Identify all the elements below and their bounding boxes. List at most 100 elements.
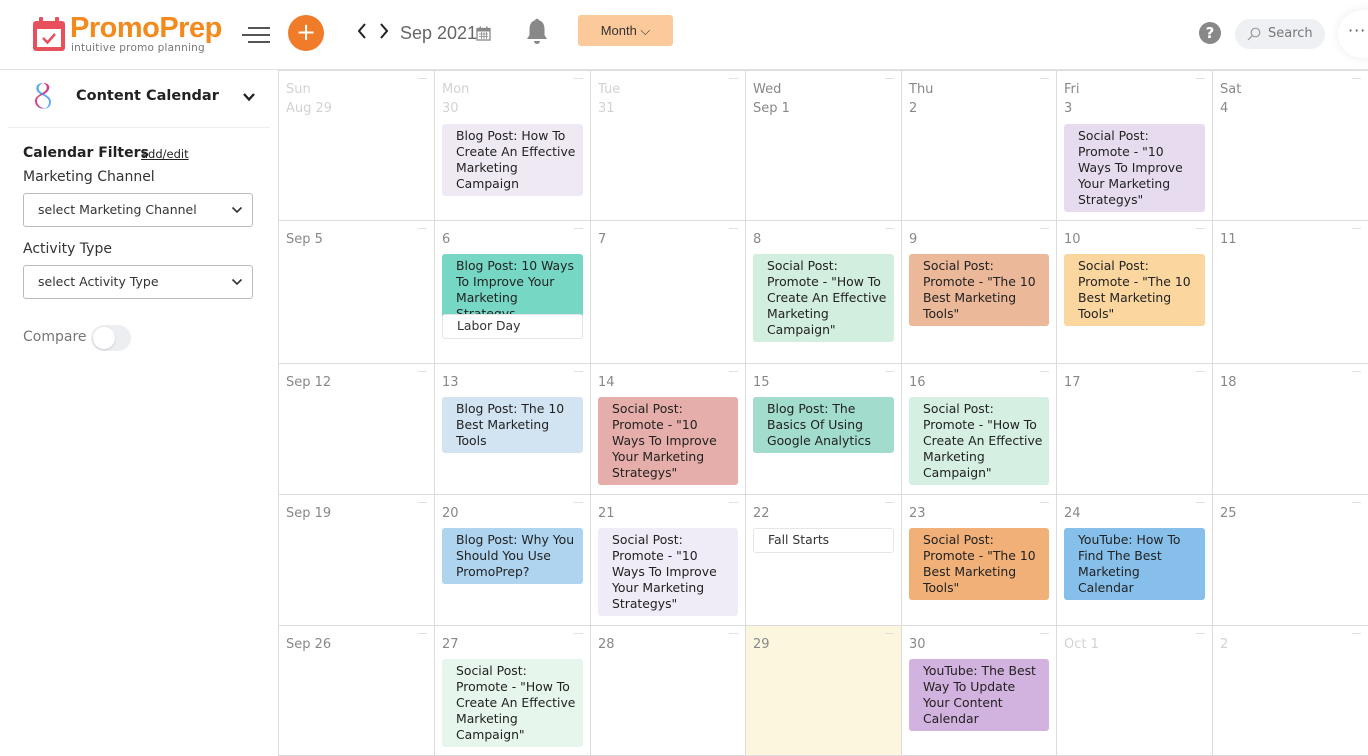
compare-toggle[interactable] — [91, 325, 131, 351]
day-menu-handle[interactable] — [729, 228, 738, 229]
calendar-event[interactable]: Blog Post: The Basics Of Using Google An… — [753, 397, 894, 453]
menu-toggle-button[interactable] — [240, 24, 270, 46]
calendar-day-cell[interactable]: 24 YouTube: How To Find The Best Marketin… — [1056, 495, 1212, 626]
calendar-day-cell[interactable]: 21 Social Post: Promote - "10 Ways To Imp… — [590, 495, 745, 626]
calendar-day-cell[interactable]: 20 Blog Post: Why You Should You Use Prom… — [434, 495, 590, 626]
day-menu-handle[interactable] — [885, 78, 894, 79]
next-month-button[interactable] — [376, 22, 392, 44]
calendar-day-cell[interactable]: Sat 4 — [1212, 70, 1368, 221]
day-menu-handle[interactable] — [574, 78, 583, 79]
calendar-day-cell[interactable]: 10 Social Post: Promote - "The 10 Best Ma… — [1056, 221, 1212, 364]
previous-month-button[interactable] — [354, 22, 370, 44]
day-menu-handle[interactable] — [574, 371, 583, 372]
day-menu-handle[interactable] — [729, 633, 738, 634]
calendar-event[interactable]: Social Post: Promote - "The 10 Best Mark… — [1064, 254, 1205, 326]
calendar-day-cell[interactable]: 22 Fall Starts — [745, 495, 901, 626]
day-menu-handle[interactable] — [418, 228, 427, 229]
calendar-day-cell[interactable]: 13 Blog Post: The 10 Best Marketing Tools — [434, 364, 590, 495]
calendar-day-cell[interactable]: Sep 19 — [278, 495, 434, 626]
day-menu-handle[interactable] — [729, 502, 738, 503]
day-menu-handle[interactable] — [1040, 228, 1049, 229]
activity-type-select[interactable]: select Activity Type — [23, 265, 253, 299]
calendar-day-cell[interactable]: Oct 1 — [1056, 626, 1212, 756]
day-menu-handle[interactable] — [729, 78, 738, 79]
calendar-day-cell[interactable]: 9 Social Post: Promote - "The 10 Best Mar… — [901, 221, 1056, 364]
day-menu-handle[interactable] — [1040, 633, 1049, 634]
calendar-day-cell[interactable]: Sep 12 — [278, 364, 434, 495]
calendar-day-cell[interactable]: 30 YouTube: The Best Way To Update Your C… — [901, 626, 1056, 756]
day-menu-handle[interactable] — [418, 371, 427, 372]
day-menu-handle[interactable] — [885, 633, 894, 634]
calendar-day-cell[interactable]: 2 — [1212, 626, 1368, 756]
marketing-channel-select[interactable]: select Marketing Channel — [23, 193, 253, 227]
day-menu-handle[interactable] — [574, 228, 583, 229]
notifications-bell-icon[interactable] — [524, 18, 550, 46]
calendar-day-cell[interactable]: 15 Blog Post: The Basics Of Using Google … — [745, 364, 901, 495]
calendar-day-cell[interactable]: 25 — [1212, 495, 1368, 626]
calendar-day-cell[interactable]: Wed Sep 1 — [745, 70, 901, 221]
calendar-day-cell[interactable]: 14 Social Post: Promote - "10 Ways To Imp… — [590, 364, 745, 495]
promoprep-logo[interactable]: PromoPrep intuitive promo planning — [30, 12, 230, 56]
calendar-event[interactable]: Blog Post: Why You Should You Use PromoP… — [442, 528, 583, 584]
calendar-event[interactable]: YouTube: The Best Way To Update Your Con… — [909, 659, 1049, 731]
calendar-day-cell[interactable]: 28 — [590, 626, 745, 756]
search-input[interactable]: Search — [1235, 19, 1325, 49]
calendar-event[interactable]: Social Post: Promote - "10 Ways To Impro… — [598, 397, 738, 485]
help-icon[interactable]: ? — [1199, 22, 1221, 44]
day-menu-handle[interactable] — [418, 502, 427, 503]
calendar-day-cell[interactable]: 27 Social Post: Promote - "How To Create … — [434, 626, 590, 756]
day-menu-handle[interactable] — [1040, 78, 1049, 79]
calendar-day-cell-today[interactable]: 29 — [745, 626, 901, 756]
calendar-event[interactable]: Social Post: Promote - "10 Ways To Impro… — [598, 528, 738, 616]
calendar-event[interactable]: Social Post: Promote - "How To Create An… — [442, 659, 583, 747]
day-menu-handle[interactable] — [729, 371, 738, 372]
day-menu-handle[interactable] — [1352, 502, 1361, 503]
calendar-day-cell[interactable]: Thu 2 — [901, 70, 1056, 221]
day-menu-handle[interactable] — [885, 502, 894, 503]
day-menu-handle[interactable] — [1352, 633, 1361, 634]
calendar-icon[interactable] — [476, 26, 491, 41]
holiday-label[interactable]: Labor Day — [442, 314, 583, 339]
add-event-button[interactable]: + — [288, 15, 324, 51]
day-menu-handle[interactable] — [1040, 371, 1049, 372]
view-selector-dropdown[interactable]: Month ⌵ — [578, 15, 673, 46]
filters-add-edit-link[interactable]: add/edit — [141, 147, 189, 161]
calendar-switcher[interactable]: Content Calendar — [8, 70, 270, 128]
calendar-event[interactable]: Social Post: Promote - "How To Create An… — [753, 254, 894, 342]
calendar-event[interactable]: Social Post: Promote - "10 Ways To Impro… — [1064, 124, 1205, 212]
holiday-label[interactable]: Fall Starts — [753, 528, 894, 553]
calendar-event[interactable]: YouTube: How To Find The Best Marketing … — [1064, 528, 1205, 600]
day-menu-handle[interactable] — [1196, 228, 1205, 229]
calendar-day-cell[interactable]: 16 Social Post: Promote - "How To Create … — [901, 364, 1056, 495]
calendar-event[interactable]: Social Post: Promote - "How To Create An… — [909, 397, 1049, 485]
day-menu-handle[interactable] — [418, 78, 427, 79]
day-menu-handle[interactable] — [1352, 78, 1361, 79]
calendar-day-cell[interactable]: 11 — [1212, 221, 1368, 364]
calendar-day-cell[interactable]: 17 — [1056, 364, 1212, 495]
calendar-event[interactable]: Social Post: Promote - "The 10 Best Mark… — [909, 254, 1049, 326]
calendar-event[interactable]: Social Post: Promote - "The 10 Best Mark… — [909, 528, 1049, 600]
more-options-button[interactable]: ··· — [1338, 10, 1368, 58]
calendar-day-cell[interactable]: 18 — [1212, 364, 1368, 495]
calendar-event[interactable]: Blog Post: The 10 Best Marketing Tools — [442, 397, 583, 453]
calendar-day-cell[interactable]: Mon 30 Blog Post: How To Create An Effecti… — [434, 70, 590, 221]
day-menu-handle[interactable] — [1196, 502, 1205, 503]
day-menu-handle[interactable] — [574, 633, 583, 634]
calendar-day-cell[interactable]: Sep 26 — [278, 626, 434, 756]
calendar-day-cell[interactable]: 6 Blog Post: 10 Ways To Improve Your Mark… — [434, 221, 590, 364]
day-menu-handle[interactable] — [1352, 371, 1361, 372]
day-menu-handle[interactable] — [1196, 633, 1205, 634]
calendar-event[interactable]: Blog Post: How To Create An Effective Ma… — [442, 124, 583, 196]
day-menu-handle[interactable] — [574, 502, 583, 503]
day-menu-handle[interactable] — [1040, 502, 1049, 503]
calendar-day-cell[interactable]: Tue 31 — [590, 70, 745, 221]
calendar-day-cell[interactable]: 8 Social Post: Promote - "How To Create A… — [745, 221, 901, 364]
day-menu-handle[interactable] — [418, 633, 427, 634]
day-menu-handle[interactable] — [1196, 78, 1205, 79]
calendar-day-cell[interactable]: 23 Social Post: Promote - "The 10 Best Ma… — [901, 495, 1056, 626]
current-period-label[interactable]: Sep 2021 — [400, 23, 477, 44]
calendar-day-cell[interactable]: Sep 5 — [278, 221, 434, 364]
day-menu-handle[interactable] — [1352, 228, 1361, 229]
calendar-day-cell[interactable]: Sun Aug 29 — [278, 70, 434, 221]
day-menu-handle[interactable] — [885, 228, 894, 229]
